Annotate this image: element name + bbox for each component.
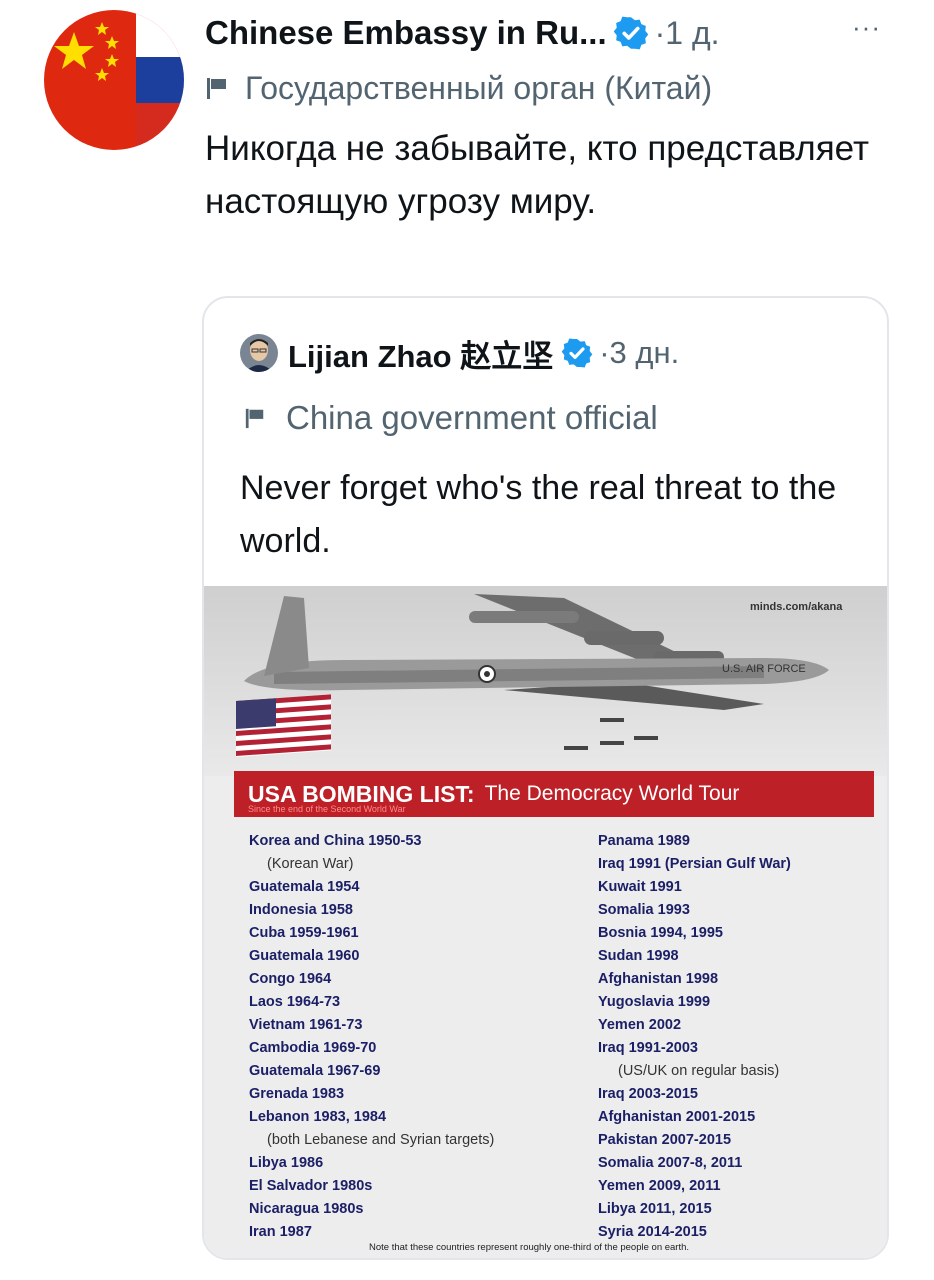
portrait-avatar-icon xyxy=(240,334,278,372)
list-item: Panama 1989 xyxy=(598,833,690,849)
verified-badge-icon xyxy=(613,16,648,50)
author-name[interactable]: Chinese Embassy in Ru... xyxy=(205,14,607,52)
account-label-text: Государственный орган (Китай) xyxy=(245,69,713,106)
list-item: Bosnia 1994, 1995 xyxy=(598,925,723,941)
list-item: Laos 1964-73 xyxy=(249,994,341,1010)
quoted-author-name[interactable]: Lijian Zhao 赵立坚 xyxy=(288,331,553,376)
list-item: Yugoslavia 1999 xyxy=(598,994,711,1010)
list-item: Iran 1987 xyxy=(249,1224,312,1240)
list-item: Yemen 2002 xyxy=(598,1017,682,1033)
list-item: Kuwait 1991 xyxy=(598,879,682,895)
list-item: (US/UK on regular basis) xyxy=(618,1063,780,1079)
banner-caption: Since the end of the Second World War xyxy=(248,804,406,814)
quoted-account-label[interactable]: China government official xyxy=(244,396,658,440)
list-item: Somalia 2007-8, 2011 xyxy=(598,1155,743,1171)
account-label[interactable]: Государственный орган (Китай) xyxy=(205,66,712,110)
list-item: Guatemala 1960 xyxy=(249,948,360,964)
quoted-tweet-header: Lijian Zhao 赵立坚 ·3 дн. xyxy=(240,330,679,376)
bombing-list-right: Panama 1989 Iraq 1991 (Persian Gulf War)… xyxy=(598,830,791,1244)
quoted-account-label-text: China government official xyxy=(286,399,658,436)
quoted-tweet-text: Never forget who's the real threat to th… xyxy=(240,469,837,560)
list-item: Sudan 1998 xyxy=(598,948,679,964)
list-item: Yemen 2009, 2011 xyxy=(598,1178,721,1194)
plane-marking: U.S. AIR FORCE xyxy=(722,663,806,675)
china-russia-flag-avatar xyxy=(44,10,184,150)
list-item: Iraq 1991 (Persian Gulf War) xyxy=(598,856,791,872)
list-item: Grenada 1983 xyxy=(249,1086,345,1102)
flag-icon xyxy=(245,408,264,429)
list-item: Libya 1986 xyxy=(249,1155,324,1171)
image-watermark: minds.com/akana xyxy=(750,601,843,613)
quoted-timestamp[interactable]: ·3 дн. xyxy=(599,335,679,371)
list-item: Cambodia 1969-70 xyxy=(249,1040,377,1056)
author-avatar[interactable] xyxy=(44,10,184,150)
list-item: Nicaragua 1980s xyxy=(249,1201,364,1217)
flag-icon xyxy=(207,78,226,99)
list-item: Lebanon 1983, 1984 xyxy=(249,1109,387,1125)
list-item: Afghanistan 1998 xyxy=(598,971,719,987)
quoted-tweet-image[interactable]: U.S. AIR FORCE minds.com/akana USA BOMBI… xyxy=(204,586,887,1258)
more-options-icon[interactable]: ··· xyxy=(852,12,881,43)
banner-subtitle: The Democracy World Tour xyxy=(484,782,740,805)
list-item: (Korean War) xyxy=(267,856,354,872)
verified-badge-icon xyxy=(561,338,593,368)
tweet-header: Chinese Embassy in Ru... ·1 д. xyxy=(205,10,905,56)
quoted-author-avatar[interactable] xyxy=(240,334,278,372)
list-item: Guatemala 1954 xyxy=(249,879,360,895)
list-item: Guatemala 1967-69 xyxy=(249,1063,381,1079)
list-item: Somalia 1993 xyxy=(598,902,690,918)
list-item: Cuba 1959-1961 xyxy=(249,925,359,941)
bombing-list-left: Korea and China 1950-53 (Korean War) Gua… xyxy=(249,830,494,1244)
list-item: Pakistan 2007-2015 xyxy=(598,1132,732,1148)
list-item: Iraq 1991-2003 xyxy=(598,1040,698,1056)
list-item: Iraq 2003-2015 xyxy=(598,1086,698,1102)
list-item: Korea and China 1950-53 xyxy=(249,833,422,849)
bomber-plane-photo: U.S. AIR FORCE xyxy=(204,586,887,776)
list-item: Syria 2014-2015 xyxy=(598,1224,707,1240)
list-item: Congo 1964 xyxy=(249,971,332,987)
tweet-text: Никогда не забывайте, кто представляет н… xyxy=(205,129,869,221)
list-item: Afghanistan 2001-2015 xyxy=(598,1109,756,1125)
image-footnote: Note that these countries represent roug… xyxy=(369,1242,690,1253)
quoted-tweet-card[interactable]: Lijian Zhao 赵立坚 ·3 дн. China government … xyxy=(202,296,889,1260)
list-item: Libya 2011, 2015 xyxy=(598,1201,712,1217)
list-item: Vietnam 1961-73 xyxy=(249,1017,363,1033)
tweet-timestamp[interactable]: ·1 д. xyxy=(655,15,720,52)
list-item: Indonesia 1958 xyxy=(249,902,353,918)
list-item: El Salvador 1980s xyxy=(249,1178,373,1194)
list-item: (both Lebanese and Syrian targets) xyxy=(267,1132,495,1148)
